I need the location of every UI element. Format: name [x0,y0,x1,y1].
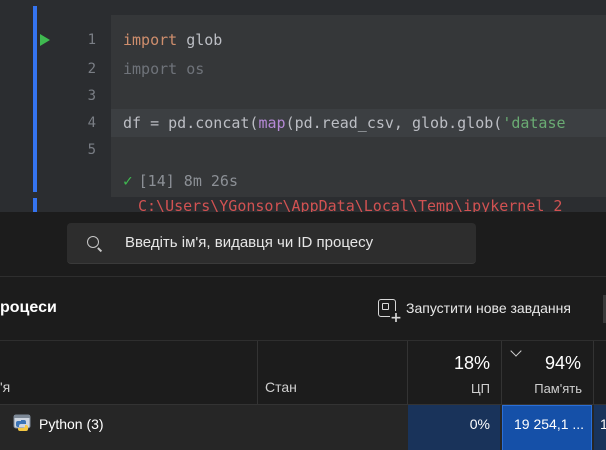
task-manager-window: Введіть ім'я, видавця чи ID процесу роце… [0,212,606,450]
column-divider[interactable] [407,341,408,405]
page-title: роцеси [0,299,57,316]
chevron-down-icon[interactable] [510,345,522,357]
run-cell-icon[interactable] [40,34,50,46]
code-line-4[interactable]: df = pd.concat(map(pd.read_csv, glob.glo… [123,114,566,132]
line-number: 5 [87,142,96,158]
code-line-2[interactable]: import os [123,60,204,78]
line-number: 3 [87,88,96,104]
line-number: 2 [87,61,96,77]
keyword: import [123,31,178,49]
process-memory: 19 254,1 ... [514,416,585,432]
column-header-memory[interactable]: Пам'ять [534,381,582,396]
line-number: 4 [87,115,96,131]
search-input[interactable]: Введіть ім'я, видавця чи ID процесу [67,223,476,264]
process-table-header: 'я Стан 18% ЦП 94% Пам'ять [0,340,606,405]
column-divider[interactable] [593,341,594,405]
execution-status: ✓ [14] 8m 26s [123,171,238,190]
new-task-icon [378,299,402,325]
table-row[interactable]: Python (3) 0% 19 254,1 ... 1 [0,404,606,450]
processes-toolbar: роцеси Запустити нове завдання [0,276,606,340]
execution-time: [14] 8m 26s [138,171,238,190]
column-header-status[interactable]: Стан [265,379,297,395]
code-text: glob [177,31,223,49]
code-text: df = pd.concat( [123,114,259,132]
python-icon [13,414,31,431]
notebook-editor: 1 2 3 4 5 import glob import os df = pd.… [0,0,606,212]
search-placeholder: Введіть ім'я, видавця чи ID процесу [125,234,374,251]
check-icon: ✓ [123,171,133,190]
cpu-total-percent[interactable]: 18% [454,353,490,374]
column-divider[interactable] [257,341,258,405]
process-name: Python (3) [39,416,104,432]
code-line-1[interactable]: import glob [123,31,222,49]
search-icon [87,236,99,248]
run-new-task-button[interactable]: Запустити нове завдання [372,293,577,325]
column-divider[interactable] [501,341,502,405]
string-literal: 'datase [502,114,566,132]
run-new-task-label: Запустити нове завдання [406,300,571,316]
line-number: 1 [87,32,96,48]
memory-total-percent[interactable]: 94% [545,353,581,374]
output-selection-bar [33,198,37,212]
builtin-function: map [258,114,286,132]
process-cpu: 0% [469,416,490,432]
column-header-name[interactable]: 'я [0,379,10,395]
cell-selection-bar [33,6,37,192]
error-output-line: C:\Users\YGonsor\AppData\Local\Temp\ipyk… [138,197,563,212]
process-next-value: 1 [600,416,606,432]
code-text: (pd.read_csv, glob.glob( [285,114,503,132]
column-header-cpu[interactable]: ЦП [471,381,490,396]
